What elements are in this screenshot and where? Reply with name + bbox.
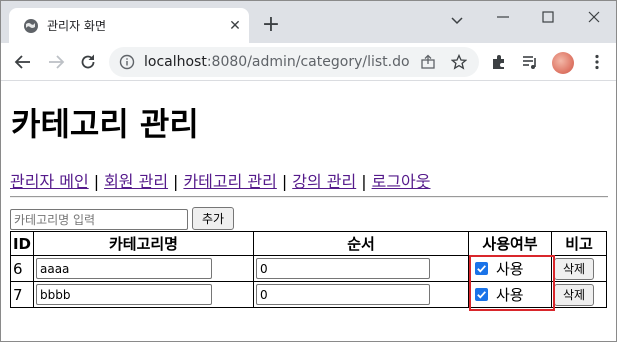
nav-separator: |: [173, 172, 179, 191]
profile-avatar[interactable]: [552, 52, 574, 74]
divider: [10, 196, 608, 198]
address-bar[interactable]: localhost:8080/admin/category/list.do: [109, 47, 479, 77]
maximize-icon[interactable]: [538, 7, 558, 27]
delete-button[interactable]: 삭제: [554, 283, 594, 306]
back-arrow-icon[interactable]: [13, 52, 33, 72]
cell-order: [253, 281, 469, 308]
cell-note: 삭제: [551, 255, 607, 282]
url-text[interactable]: localhost:8080/admin/category/list.do: [144, 54, 410, 70]
nav-link-member-management[interactable]: 회원 관리: [104, 172, 168, 191]
column-header-use: 사용여부: [468, 231, 552, 256]
tab-strip: 관리자 화면 ✕ +: [1, 1, 616, 43]
browser-window: 관리자 화면 ✕ + localhost:8080/admin/category…: [0, 0, 617, 342]
column-header-order: 순서: [253, 231, 469, 256]
cell-use: 사용: [468, 255, 552, 282]
tab-title: 관리자 화면: [47, 19, 107, 33]
nav-separator: |: [281, 172, 288, 191]
info-icon[interactable]: [119, 54, 135, 70]
forward-arrow-icon[interactable]: [46, 52, 66, 72]
media-queue-icon[interactable]: [520, 52, 540, 72]
nav-link-category-management[interactable]: 카테고리 관리: [183, 172, 276, 191]
cell-id: 6: [10, 255, 34, 282]
table-row: 6 사용 삭제: [10, 255, 607, 282]
use-label: 사용: [496, 260, 524, 278]
globe-icon: [24, 19, 38, 33]
add-category-button[interactable]: 추가: [192, 207, 234, 230]
extensions-icon[interactable]: [489, 52, 509, 72]
column-header-category-name: 카테고리명: [33, 231, 254, 256]
use-checkbox[interactable]: [475, 262, 488, 275]
window-close-icon[interactable]: [584, 7, 604, 27]
cell-id: 7: [10, 281, 34, 308]
table-header-row: ID 카테고리명 순서 사용여부 비고: [10, 231, 607, 256]
browser-toolbar: localhost:8080/admin/category/list.do: [1, 43, 616, 81]
chevron-down-icon[interactable]: [447, 11, 467, 31]
nav-separator: |: [361, 172, 367, 191]
cell-category-name: [33, 281, 254, 308]
category-name-input[interactable]: [10, 209, 188, 230]
column-header-id: ID: [10, 231, 34, 256]
reload-icon[interactable]: [78, 52, 98, 72]
browser-tab[interactable]: 관리자 화면 ✕: [9, 8, 249, 43]
nav-separator: |: [93, 172, 100, 191]
order-field[interactable]: [256, 284, 430, 305]
cell-note: 삭제: [551, 281, 607, 308]
category-name-field[interactable]: [36, 258, 212, 279]
use-label: 사용: [496, 286, 524, 304]
order-field[interactable]: [256, 258, 430, 279]
table-row: 7 사용 삭제: [10, 281, 607, 308]
nav-link-admin-main[interactable]: 관리자 메인: [10, 172, 89, 191]
cell-use: 사용: [468, 281, 552, 308]
admin-nav: 관리자 메인 | 회원 관리 | 카테고리 관리 | 강의 관리 | 로그아웃: [10, 168, 430, 192]
category-name-field[interactable]: [36, 284, 212, 305]
cell-order: [253, 255, 469, 282]
page-content: 카테고리 관리 관리자 메인 | 회원 관리 | 카테고리 관리 | 강의 관리 | 로그아웃 …: [1, 82, 616, 341]
use-checkbox[interactable]: [475, 288, 488, 301]
new-tab-button[interactable]: +: [259, 13, 283, 37]
cell-category-name: [33, 255, 254, 282]
share-icon[interactable]: [420, 54, 436, 70]
nav-link-course-management[interactable]: 강의 관리: [292, 172, 356, 191]
delete-button[interactable]: 삭제: [554, 257, 594, 280]
nav-link-logout[interactable]: 로그아웃: [372, 172, 431, 191]
page-title: 카테고리 관리: [11, 105, 199, 143]
close-icon[interactable]: ✕: [227, 18, 243, 34]
column-header-note: 비고: [551, 231, 607, 256]
minimize-icon[interactable]: [493, 7, 513, 27]
star-icon[interactable]: [451, 54, 467, 70]
more-menu-icon[interactable]: [587, 52, 607, 72]
category-table: ID 카테고리명 순서 사용여부 비고 6 사용: [10, 231, 607, 308]
